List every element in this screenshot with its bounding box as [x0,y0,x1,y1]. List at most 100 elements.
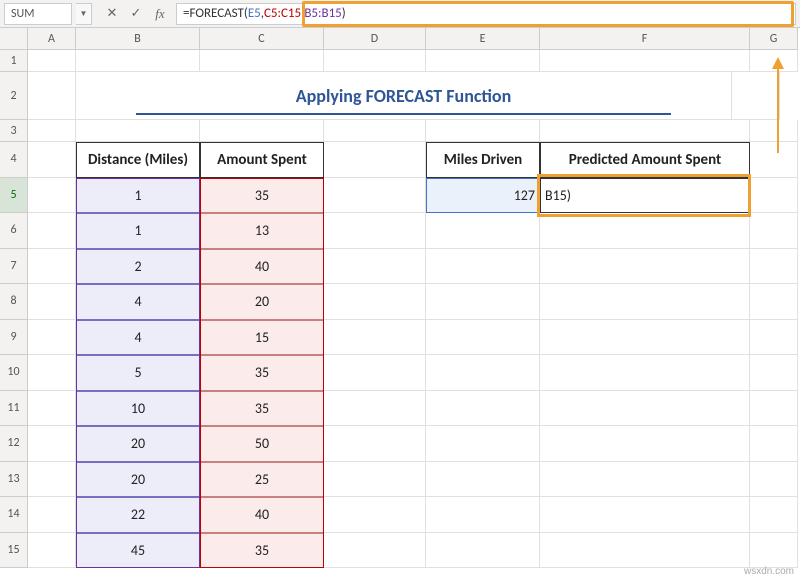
cell[interactable] [28,213,76,249]
cell-distance[interactable]: 4 [76,284,200,320]
cell-amount[interactable]: 15 [200,320,324,356]
cell-distance[interactable]: 5 [76,355,200,391]
cell[interactable] [426,320,540,356]
cell[interactable] [426,426,540,462]
cell[interactable] [426,284,540,320]
cell[interactable] [540,533,750,569]
cell[interactable] [426,462,540,498]
cell[interactable] [750,497,798,533]
cell[interactable] [28,249,76,285]
cell[interactable] [324,320,426,356]
cell[interactable] [28,72,76,120]
cell[interactable] [200,120,324,142]
cell[interactable] [540,120,750,142]
cell-amount[interactable]: 50 [200,426,324,462]
cell-amount[interactable]: 35 [200,355,324,391]
select-all-corner[interactable] [0,28,28,50]
cell-distance[interactable]: 2 [76,249,200,285]
cell-distance[interactable]: 22 [76,497,200,533]
fx-icon[interactable]: fx [148,3,172,25]
cell[interactable] [324,426,426,462]
cell-distance[interactable]: 1 [76,178,200,214]
col-header-D[interactable]: D [324,28,426,50]
col-header-E[interactable]: E [426,28,540,50]
cell[interactable] [324,120,426,142]
cell-amount[interactable]: 40 [200,249,324,285]
row-header[interactable]: 7 [0,249,28,285]
cell-distance[interactable]: 1 [76,213,200,249]
cell[interactable] [324,391,426,427]
cell[interactable] [750,249,798,285]
row-header[interactable]: 6 [0,213,28,249]
cell[interactable] [540,213,750,249]
row-header[interactable]: 11 [0,391,28,427]
col-header-G[interactable]: G [750,28,798,50]
cell-amount[interactable]: 35 [200,178,324,214]
cell[interactable] [750,178,798,214]
cell-amount[interactable]: 13 [200,213,324,249]
cell[interactable] [750,120,798,142]
cell[interactable] [28,142,76,178]
formula-input[interactable]: =FORECAST(E5,C5:C15,B5:B15) [176,3,796,25]
cell[interactable] [750,284,798,320]
row-header[interactable]: 2 [0,72,28,120]
col-header-F[interactable]: F [540,28,750,50]
cell[interactable] [750,213,798,249]
cell[interactable] [324,249,426,285]
row-header[interactable]: 12 [0,426,28,462]
cell[interactable] [28,320,76,356]
cell[interactable] [28,462,76,498]
cell[interactable] [324,533,426,569]
name-box-dropdown-icon[interactable]: ▼ [76,3,92,25]
row-header[interactable]: 1 [0,50,28,72]
cell[interactable] [28,120,76,142]
cell[interactable] [540,355,750,391]
row-header[interactable]: 8 [0,284,28,320]
cell[interactable] [28,426,76,462]
row-header[interactable]: 13 [0,462,28,498]
cell[interactable] [76,120,200,142]
cell[interactable] [750,462,798,498]
col-header-C[interactable]: C [200,28,324,50]
cell[interactable] [28,284,76,320]
name-box[interactable]: SUM [4,3,72,25]
row-header[interactable]: 4 [0,142,28,178]
cell-miles-driven[interactable]: 127 [426,178,540,214]
cell[interactable] [750,320,798,356]
header-predicted[interactable]: Predicted Amount Spent [540,142,750,178]
cell[interactable] [426,213,540,249]
col-header-A[interactable]: A [28,28,76,50]
cell[interactable] [324,462,426,498]
cell[interactable] [426,249,540,285]
cell-amount[interactable]: 40 [200,497,324,533]
cell[interactable] [28,391,76,427]
row-header[interactable]: 15 [0,533,28,569]
cell-distance[interactable]: 10 [76,391,200,427]
cell[interactable] [324,355,426,391]
cell[interactable] [324,284,426,320]
cell[interactable] [28,178,76,214]
cell[interactable] [426,50,540,72]
row-header[interactable]: 14 [0,497,28,533]
cancel-icon[interactable]: ✕ [100,3,124,25]
cell[interactable] [76,50,200,72]
cell[interactable] [750,533,798,569]
cell[interactable] [750,391,798,427]
cell[interactable] [426,497,540,533]
header-amount[interactable]: Amount Spent [200,142,324,178]
cell[interactable] [732,72,780,120]
cell[interactable] [324,50,426,72]
confirm-icon[interactable]: ✓ [124,3,148,25]
cell[interactable] [324,178,426,214]
cell[interactable] [324,213,426,249]
cell[interactable] [28,355,76,391]
cell-distance[interactable]: 20 [76,462,200,498]
cell-amount[interactable]: 35 [200,391,324,427]
cell[interactable] [28,497,76,533]
cell-predicted-active[interactable]: B15) [540,178,750,214]
cell[interactable] [540,426,750,462]
cell-distance[interactable]: 45 [76,533,200,569]
title-cell[interactable]: Applying FORECAST Function [76,72,732,120]
cell[interactable] [426,120,540,142]
header-miles-driven[interactable]: Miles Driven [426,142,540,178]
